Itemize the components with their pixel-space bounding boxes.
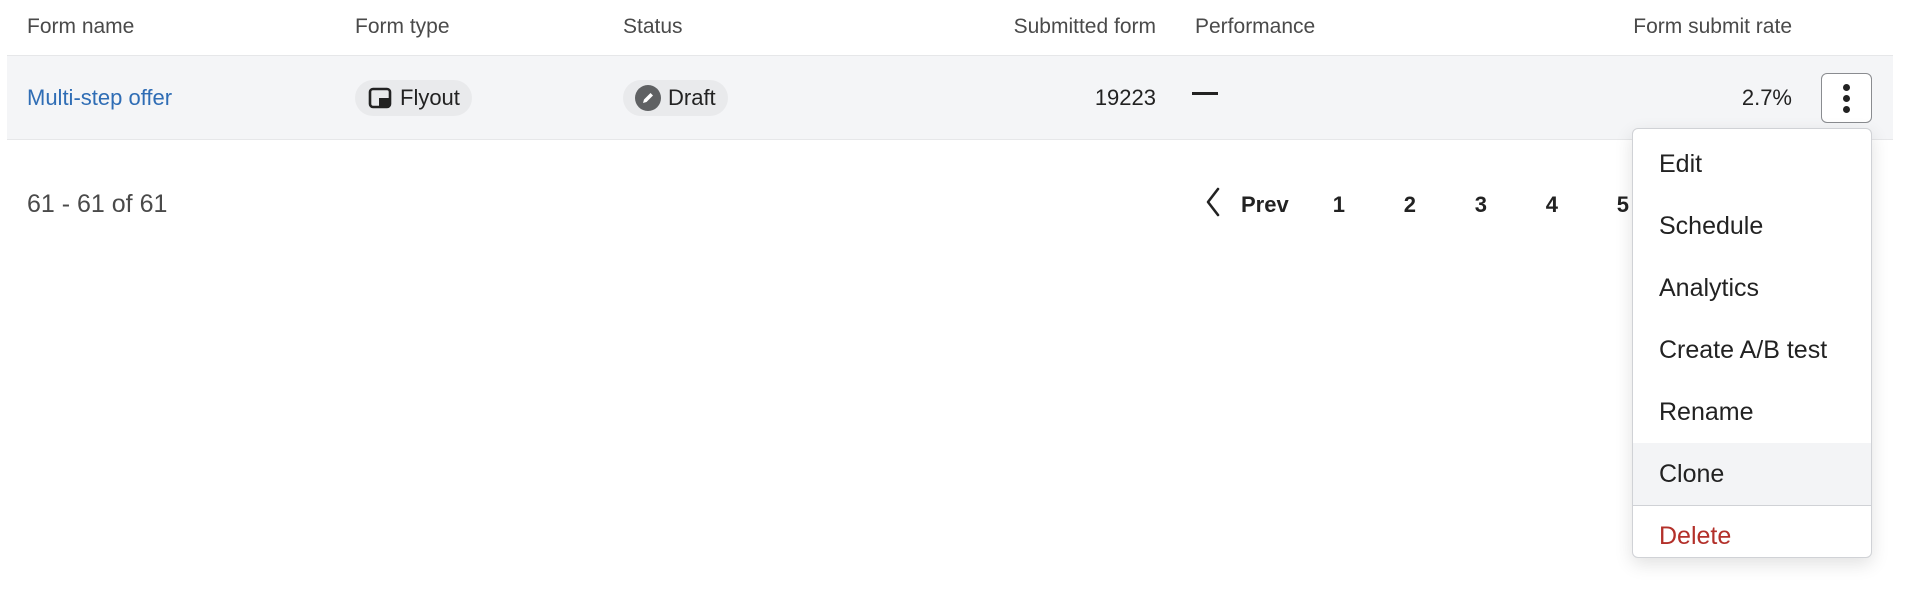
page-3-button[interactable]: 3 xyxy=(1475,192,1546,218)
flyout-icon xyxy=(367,85,393,111)
prev-page-button[interactable]: Prev xyxy=(1205,187,1289,223)
column-header-form-submit-rate[interactable]: Form submit rate xyxy=(1633,15,1792,39)
kebab-icon-dot xyxy=(1843,105,1850,113)
page-1-button[interactable]: 1 xyxy=(1333,192,1404,218)
submitted-form-value: 19223 xyxy=(1094,85,1156,110)
pagination-range: 61 - 61 of 61 xyxy=(27,190,168,218)
form-name-link[interactable]: Multi-step offer xyxy=(27,85,172,111)
page-4-button[interactable]: 4 xyxy=(1546,192,1617,218)
menu-item-rename[interactable]: Rename xyxy=(1633,381,1871,443)
column-header-status[interactable]: Status xyxy=(623,15,683,39)
table-header: Form name Form type Status Submitted for… xyxy=(7,0,1893,56)
forms-table: Form name Form type Status Submitted for… xyxy=(7,0,1893,140)
status-badge: Draft xyxy=(623,80,728,116)
kebab-icon-dot xyxy=(1843,94,1850,102)
menu-item-create-ab-test[interactable]: Create A/B test xyxy=(1633,319,1871,381)
menu-item-analytics[interactable]: Analytics xyxy=(1633,257,1871,319)
pencil-icon xyxy=(635,85,661,111)
menu-item-clone[interactable]: Clone xyxy=(1633,443,1871,505)
pagination: Prev 1 2 3 4 5 xyxy=(1205,186,1688,224)
column-header-form-name[interactable]: Form name xyxy=(27,15,134,39)
performance-empty-dash xyxy=(1192,91,1218,95)
form-submit-rate-value: 2.7% xyxy=(1741,85,1792,110)
column-header-submitted-form[interactable]: Submitted form xyxy=(1014,15,1156,39)
kebab-icon xyxy=(1843,83,1850,91)
menu-item-schedule[interactable]: Schedule xyxy=(1633,195,1871,257)
row-actions-button[interactable] xyxy=(1821,73,1872,123)
form-type-label: Flyout xyxy=(400,85,460,110)
chevron-left-icon xyxy=(1205,187,1221,223)
menu-item-edit[interactable]: Edit xyxy=(1633,133,1871,195)
prev-label: Prev xyxy=(1241,192,1289,217)
column-header-form-type[interactable]: Form type xyxy=(355,15,450,39)
row-actions-menu: Edit Schedule Analytics Create A/B test … xyxy=(1632,128,1872,558)
column-header-performance[interactable]: Performance xyxy=(1195,15,1315,39)
status-label: Draft xyxy=(668,85,716,110)
page-2-button[interactable]: 2 xyxy=(1404,192,1475,218)
menu-item-delete[interactable]: Delete xyxy=(1633,506,1871,557)
table-row: Multi-step offer Flyout Draft 19223 2.7% xyxy=(7,56,1893,140)
form-type-badge: Flyout xyxy=(355,80,472,116)
